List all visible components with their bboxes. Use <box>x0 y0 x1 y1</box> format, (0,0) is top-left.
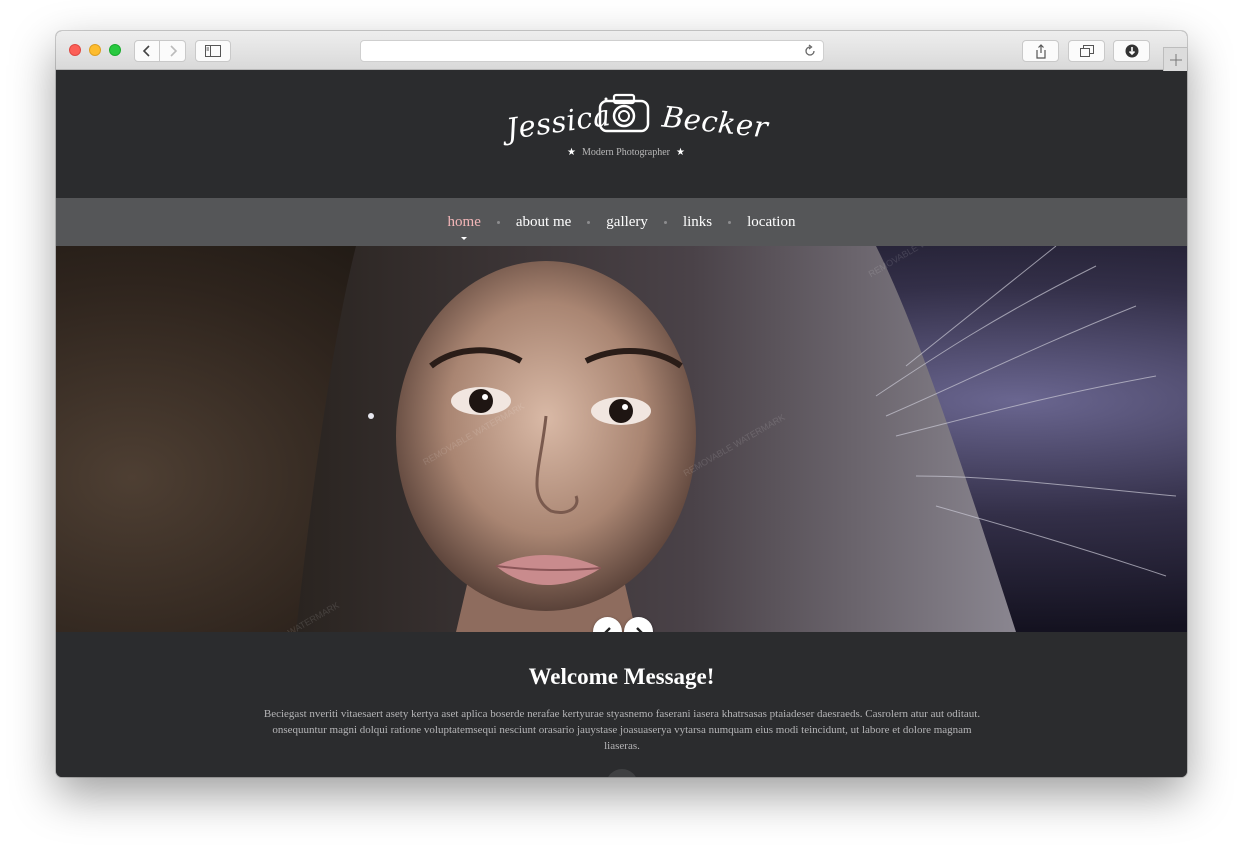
sidebar-icon <box>205 45 221 57</box>
main-navigation: home about me gallery links location <box>56 198 1187 246</box>
nav-item-label: location <box>747 213 796 230</box>
active-indicator-icon <box>461 236 468 240</box>
site-header: Jessica Becker ★ Modern Photographer ★ <box>56 71 1187 198</box>
forward-button[interactable] <box>160 40 186 62</box>
logo-first-name: Jessica <box>504 97 613 147</box>
nav-separator <box>663 220 667 224</box>
zoom-window-button[interactable] <box>109 44 121 56</box>
tab-overview-button[interactable] <box>1068 40 1105 62</box>
back-button[interactable] <box>134 40 160 62</box>
welcome-section: Welcome Message! Beciegast nveriti vitae… <box>56 632 1187 777</box>
nav-item-label: about me <box>515 213 572 230</box>
share-icon <box>1035 43 1046 59</box>
nav-separator <box>728 220 732 224</box>
nav-item-location[interactable]: location <box>745 214 797 231</box>
nav-item-label: gallery <box>606 213 648 230</box>
share-button[interactable] <box>1022 40 1059 62</box>
sidebar-toggle-button[interactable] <box>195 40 231 62</box>
nav-item-label: home <box>447 213 481 230</box>
new-tab-button[interactable] <box>1163 47 1187 71</box>
reload-icon[interactable] <box>803 44 817 58</box>
downloads-button[interactable] <box>1113 40 1150 62</box>
nav-item-home[interactable]: home <box>446 213 483 240</box>
scroll-down-button[interactable] <box>606 769 638 777</box>
nav-separator <box>587 220 591 224</box>
welcome-title: Welcome Message! <box>528 664 715 689</box>
welcome-text: Beciegast nveriti vitaesaert asety kerty… <box>263 708 981 752</box>
download-icon <box>1125 44 1138 58</box>
close-window-button[interactable] <box>69 44 81 56</box>
address-bar[interactable] <box>360 40 824 62</box>
star-icon: ★ <box>676 147 685 158</box>
star-icon: ★ <box>567 147 576 158</box>
nav-item-links[interactable]: links <box>681 214 714 231</box>
hero-slider: REMOVABLE WATERMARK REMOVABLE WATERMARK … <box>56 246 1187 632</box>
portrait-photo: REMOVABLE WATERMARK REMOVABLE WATERMARK … <box>236 246 1177 632</box>
camera-icon <box>598 93 650 133</box>
nav-item-about-me[interactable]: about me <box>514 214 573 231</box>
chevron-left-icon <box>142 45 150 57</box>
site-logo[interactable]: Jessica Becker ★ Modern Photographer ★ <box>486 89 770 169</box>
browser-window: Jessica Becker ★ Modern Photographer ★ hom… <box>56 31 1187 777</box>
tabs-icon <box>1079 45 1094 57</box>
nav-item-label: links <box>682 213 713 230</box>
tagline-text: Modern Photographer <box>581 147 671 158</box>
plus-icon <box>1169 53 1182 66</box>
nav-separator <box>496 220 500 224</box>
minimize-window-button[interactable] <box>89 44 101 56</box>
logo-last-name: Becker <box>660 99 770 145</box>
chevron-right-icon <box>169 45 177 57</box>
logo-tagline: ★ Modern Photographer ★ <box>556 147 696 158</box>
browser-toolbar <box>56 31 1187 71</box>
nav-item-gallery[interactable]: gallery <box>604 214 650 231</box>
